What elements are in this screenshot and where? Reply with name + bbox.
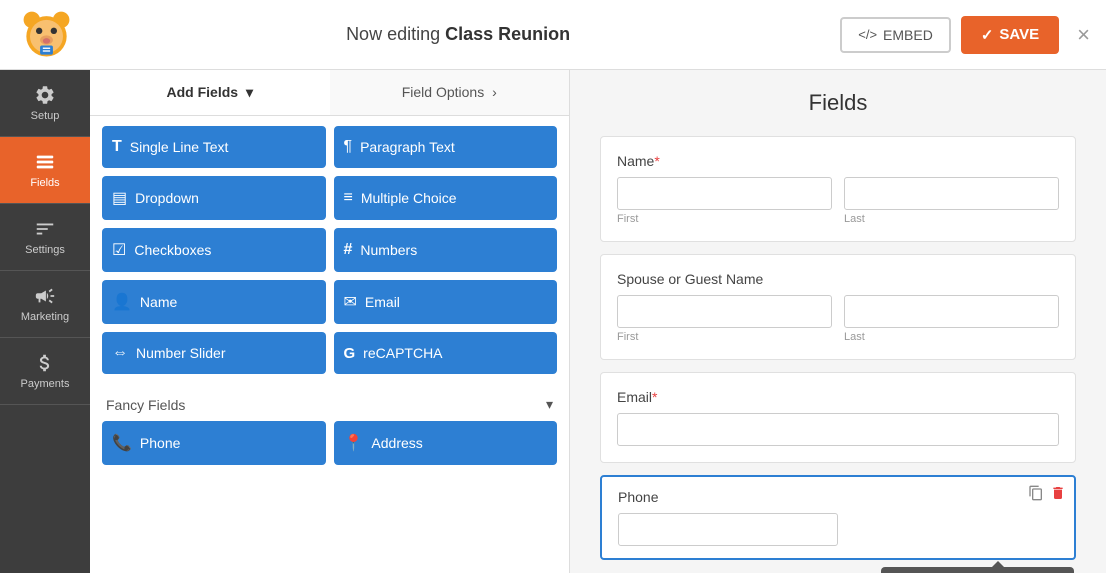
name-form-section: Name* First Last	[600, 136, 1076, 242]
paragraph-icon: ¶	[344, 138, 353, 156]
field-btn-number-slider[interactable]: ⇔ Number Slider	[102, 332, 326, 374]
field-btn-paragraph-text[interactable]: ¶ Paragraph Text	[334, 126, 558, 168]
first-name-input[interactable]	[617, 177, 832, 210]
first-name-col: First	[617, 177, 832, 225]
first-name-sub-label: First	[617, 213, 832, 225]
megaphone-icon	[34, 285, 56, 307]
dollar-icon	[34, 352, 56, 374]
spouse-field-label: Spouse or Guest Name	[617, 271, 1059, 287]
copy-icon	[1028, 485, 1044, 501]
tab-add-arrow: ▾	[246, 84, 253, 100]
phone-form-section: Phone Click to edit. Drag to reorder. 🖱	[600, 475, 1076, 560]
numbers-icon: #	[344, 241, 353, 259]
fancy-fields-section-header[interactable]: Fancy Fields ▾	[102, 384, 557, 421]
spouse-last-sub-label: Last	[844, 331, 1059, 343]
field-btn-single-line-text[interactable]: T Single Line Text	[102, 126, 326, 168]
checkmark-icon: ✓	[981, 26, 994, 44]
phone-copy-button[interactable]	[1028, 485, 1044, 506]
name-field-label: Name*	[617, 153, 1059, 169]
form-section-title: Fields	[600, 90, 1076, 116]
slider-icon: ⇔	[112, 344, 128, 362]
phone-field-label: Phone	[618, 489, 1058, 505]
spouse-first-sub-label: First	[617, 331, 832, 343]
standard-fields-grid: T Single Line Text ¶ Paragraph Text ▤ Dr…	[102, 126, 557, 374]
spouse-first-name-input[interactable]	[617, 295, 832, 328]
icon-sidebar: Setup Fields Settings Marketing	[0, 70, 90, 573]
field-btn-checkboxes[interactable]: ☑ Checkboxes	[102, 228, 326, 272]
sidebar-label-settings: Settings	[25, 244, 65, 256]
multiple-choice-icon: ≡	[344, 189, 353, 207]
fancy-fields-label: Fancy Fields	[106, 397, 185, 413]
phone-delete-button[interactable]	[1050, 485, 1066, 506]
field-btn-recaptcha[interactable]: G reCAPTCHA	[334, 332, 558, 374]
main-layout: Setup Fields Settings Marketing	[0, 70, 1106, 573]
field-btn-multiple-choice[interactable]: ≡ Multiple Choice	[334, 176, 558, 220]
close-button[interactable]: ×	[1077, 22, 1090, 48]
checkboxes-icon: ☑	[112, 240, 126, 260]
name-required-star: *	[654, 153, 659, 169]
sidebar-label-marketing: Marketing	[21, 311, 69, 323]
last-name-col: Last	[844, 177, 1059, 225]
recaptcha-icon: G	[344, 345, 356, 362]
code-icon: </>	[858, 27, 877, 42]
email-field-label: Email*	[617, 389, 1059, 405]
field-btn-name[interactable]: 👤 Name	[102, 280, 326, 324]
email-form-section: Email*	[600, 372, 1076, 463]
fields-scroll[interactable]: T Single Line Text ¶ Paragraph Text ▤ Dr…	[90, 116, 569, 573]
field-btn-dropdown[interactable]: ▤ Dropdown	[102, 176, 326, 220]
sidebar-label-setup: Setup	[31, 110, 60, 122]
sidebar-item-settings[interactable]: Settings	[0, 204, 90, 271]
logo	[16, 5, 76, 65]
tab-options-arrow: ›	[492, 84, 497, 100]
person-icon: 👤	[112, 292, 132, 312]
tooltip: Click to edit. Drag to reorder. 🖱	[881, 567, 1074, 573]
fields-tabs: Add Fields ▾ Field Options ›	[90, 70, 569, 116]
field-btn-address[interactable]: 📍 Address	[334, 421, 558, 465]
sidebar-label-payments: Payments	[21, 378, 70, 390]
top-bar-actions: </> EMBED ✓ SAVE ×	[840, 16, 1090, 54]
sidebar-item-setup[interactable]: Setup	[0, 70, 90, 137]
spouse-last-name-col: Last	[844, 295, 1059, 343]
gear-icon	[34, 84, 56, 106]
phone-actions	[1028, 485, 1066, 506]
name-input-row: First Last	[617, 177, 1059, 225]
field-btn-phone[interactable]: 📞 Phone	[102, 421, 326, 465]
tab-field-options[interactable]: Field Options ›	[330, 70, 570, 115]
sidebar-item-payments[interactable]: Payments	[0, 338, 90, 405]
phone-input[interactable]	[618, 513, 838, 546]
trash-icon	[1050, 485, 1066, 501]
sidebar-item-marketing[interactable]: Marketing	[0, 271, 90, 338]
email-input[interactable]	[617, 413, 1059, 446]
phone-icon: 📞	[112, 433, 132, 453]
email-required-star: *	[652, 389, 657, 405]
embed-button[interactable]: </> EMBED	[840, 17, 951, 53]
content-area: Fields Name* First Last Spouse or Guest …	[570, 70, 1106, 573]
last-name-input[interactable]	[844, 177, 1059, 210]
address-icon: 📍	[344, 433, 364, 453]
fancy-fields-grid: 📞 Phone 📍 Address	[102, 421, 557, 465]
tab-add-fields[interactable]: Add Fields ▾	[90, 70, 330, 115]
fields-panel: Add Fields ▾ Field Options › T Single Li…	[90, 70, 570, 573]
fancy-fields-chevron: ▾	[546, 396, 553, 413]
spouse-input-row: First Last	[617, 295, 1059, 343]
email-icon: ✉	[344, 292, 357, 312]
sidebar-label-fields: Fields	[30, 177, 59, 189]
spouse-form-section: Spouse or Guest Name First Last	[600, 254, 1076, 360]
settings-icon	[34, 218, 56, 240]
fields-icon	[34, 151, 56, 173]
bear-logo-icon	[19, 7, 74, 62]
top-bar: Now editing Class Reunion </> EMBED ✓ SA…	[0, 0, 1106, 70]
single-line-icon: T	[112, 138, 122, 156]
spouse-first-name-col: First	[617, 295, 832, 343]
page-title: Now editing Class Reunion	[76, 24, 840, 45]
spouse-last-name-input[interactable]	[844, 295, 1059, 328]
save-button[interactable]: ✓ SAVE	[961, 16, 1059, 54]
dropdown-icon: ▤	[112, 188, 127, 208]
field-btn-email[interactable]: ✉ Email	[334, 280, 558, 324]
last-name-sub-label: Last	[844, 213, 1059, 225]
field-btn-numbers[interactable]: # Numbers	[334, 228, 558, 272]
sidebar-item-fields[interactable]: Fields	[0, 137, 90, 204]
